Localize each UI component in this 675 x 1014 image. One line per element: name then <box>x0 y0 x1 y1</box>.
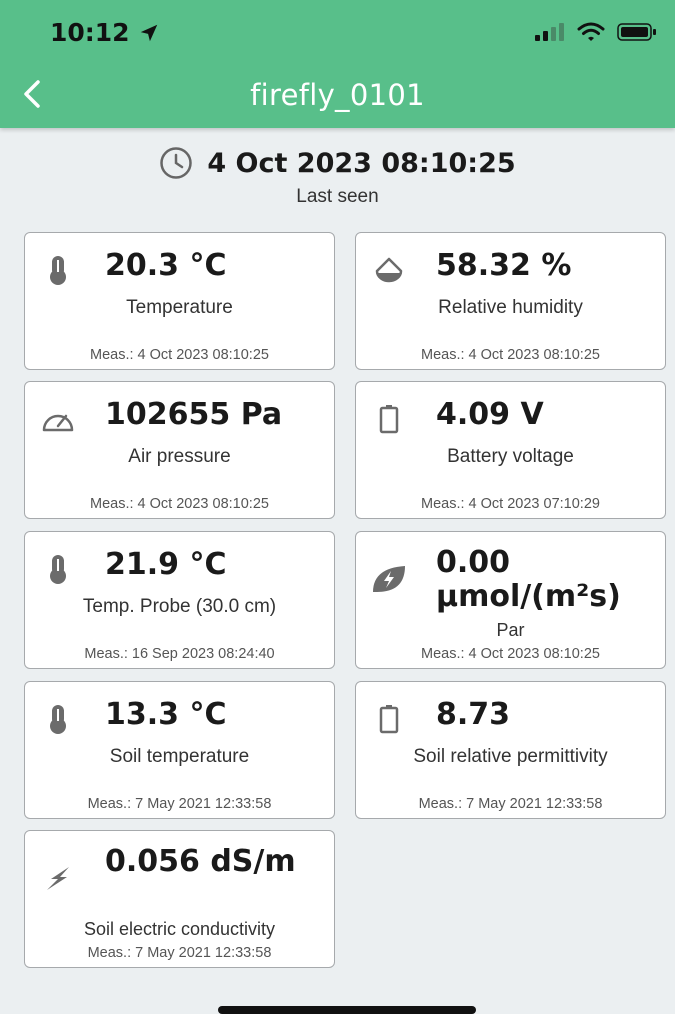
sensor-card-par[interactable]: 0.00 µmol/(m²s) Par Meas.: 4 Oct 2023 08… <box>355 531 666 669</box>
thermometer-icon <box>39 700 77 738</box>
battery-icon <box>370 700 408 738</box>
last-seen-row: 4 Oct 2023 08:10:25 <box>0 146 675 180</box>
wifi-icon <box>577 22 605 41</box>
sensor-value: 8.73 <box>436 697 511 732</box>
sensor-card-temperature[interactable]: 20.3 °C Temperature Meas.: 4 Oct 2023 08… <box>24 232 335 370</box>
drop-icon <box>370 251 408 289</box>
sensor-measured-time: Meas.: 16 Sep 2023 08:24:40 <box>84 646 275 662</box>
sensor-label: Battery voltage <box>447 446 574 467</box>
last-seen-label: Last seen <box>296 186 379 207</box>
leaf-bolt-icon <box>370 560 408 598</box>
sensor-measured-time: Meas.: 4 Oct 2023 08:10:25 <box>90 347 269 363</box>
bolt-icon <box>39 859 77 897</box>
sensor-label: Par <box>496 620 525 640</box>
last-seen-date: 4 Oct 2023 08:10:25 <box>207 147 516 179</box>
sensor-label: Soil electric conductivity <box>83 919 276 939</box>
thermometer-icon <box>39 251 77 289</box>
sensor-label: Temp. Probe (30.0 cm) <box>82 596 277 617</box>
status-indicators <box>535 22 657 42</box>
sensor-value: 13.3 °C <box>105 697 227 732</box>
sensor-measured-time: Meas.: 4 Oct 2023 08:10:25 <box>421 347 600 363</box>
sensor-card-soil-temperature[interactable]: 13.3 °C Soil temperature Meas.: 7 May 20… <box>24 681 335 819</box>
clock-icon <box>160 147 193 179</box>
sensor-card-relative-humidity[interactable]: 58.32 % Relative humidity Meas.: 4 Oct 2… <box>355 232 666 370</box>
sensor-measured-time: Meas.: 7 May 2021 12:33:58 <box>418 796 603 812</box>
sensor-card-soil-permittivity[interactable]: 8.73 Soil relative permittivity Meas.: 7… <box>355 681 666 819</box>
sensor-value: 20.3 °C <box>105 248 227 283</box>
sensor-value: 102655 Pa <box>105 397 283 432</box>
cellular-signal-icon <box>535 23 564 41</box>
sensor-value: 58.32 % <box>436 248 572 283</box>
sensor-label: Soil temperature <box>109 746 250 767</box>
sensor-measured-time: Meas.: 4 Oct 2023 07:10:29 <box>421 496 600 512</box>
sensor-card-soil-conductivity[interactable]: 0.056 dS/m Soil electric conductivity Me… <box>24 830 335 968</box>
home-indicator <box>218 1006 476 1014</box>
sensor-measured-time: Meas.: 4 Oct 2023 08:10:25 <box>90 496 269 512</box>
app-header: 10:12 firefly_0101 <box>0 0 675 128</box>
sensor-measured-time: Meas.: 7 May 2021 12:33:58 <box>87 945 272 961</box>
sensor-label: Soil relative permittivity <box>413 746 608 767</box>
location-arrow-icon <box>140 24 157 41</box>
sensor-measured-time: Meas.: 7 May 2021 12:33:58 <box>87 796 272 812</box>
sensor-value: 4.09 V <box>436 397 544 432</box>
sensor-card-temp-probe[interactable]: 21.9 °C Temp. Probe (30.0 cm) Meas.: 16 … <box>24 531 335 669</box>
sensor-label: Relative humidity <box>438 297 583 318</box>
sensor-value: 0.056 dS/m <box>105 844 296 879</box>
status-time-text: 10:12 <box>50 18 130 47</box>
sensor-card-air-pressure[interactable]: 102655 Pa Air pressure Meas.: 4 Oct 2023… <box>24 381 335 519</box>
sensor-value: 0.00 µmol/(m²s) <box>436 545 621 614</box>
status-time: 10:12 <box>50 18 160 47</box>
thermometer-icon <box>39 550 77 588</box>
sensor-measured-time: Meas.: 4 Oct 2023 08:10:25 <box>421 646 600 662</box>
page-title: firefly_0101 <box>250 78 425 112</box>
sensor-card-battery-voltage[interactable]: 4.09 V Battery voltage Meas.: 4 Oct 2023… <box>355 381 666 519</box>
sensor-value: 21.9 °C <box>105 547 227 582</box>
gauge-icon <box>39 400 77 438</box>
sensor-label: Air pressure <box>128 446 231 467</box>
sensor-label: Temperature <box>126 297 233 318</box>
battery-icon <box>370 400 408 438</box>
battery-icon <box>617 23 656 41</box>
